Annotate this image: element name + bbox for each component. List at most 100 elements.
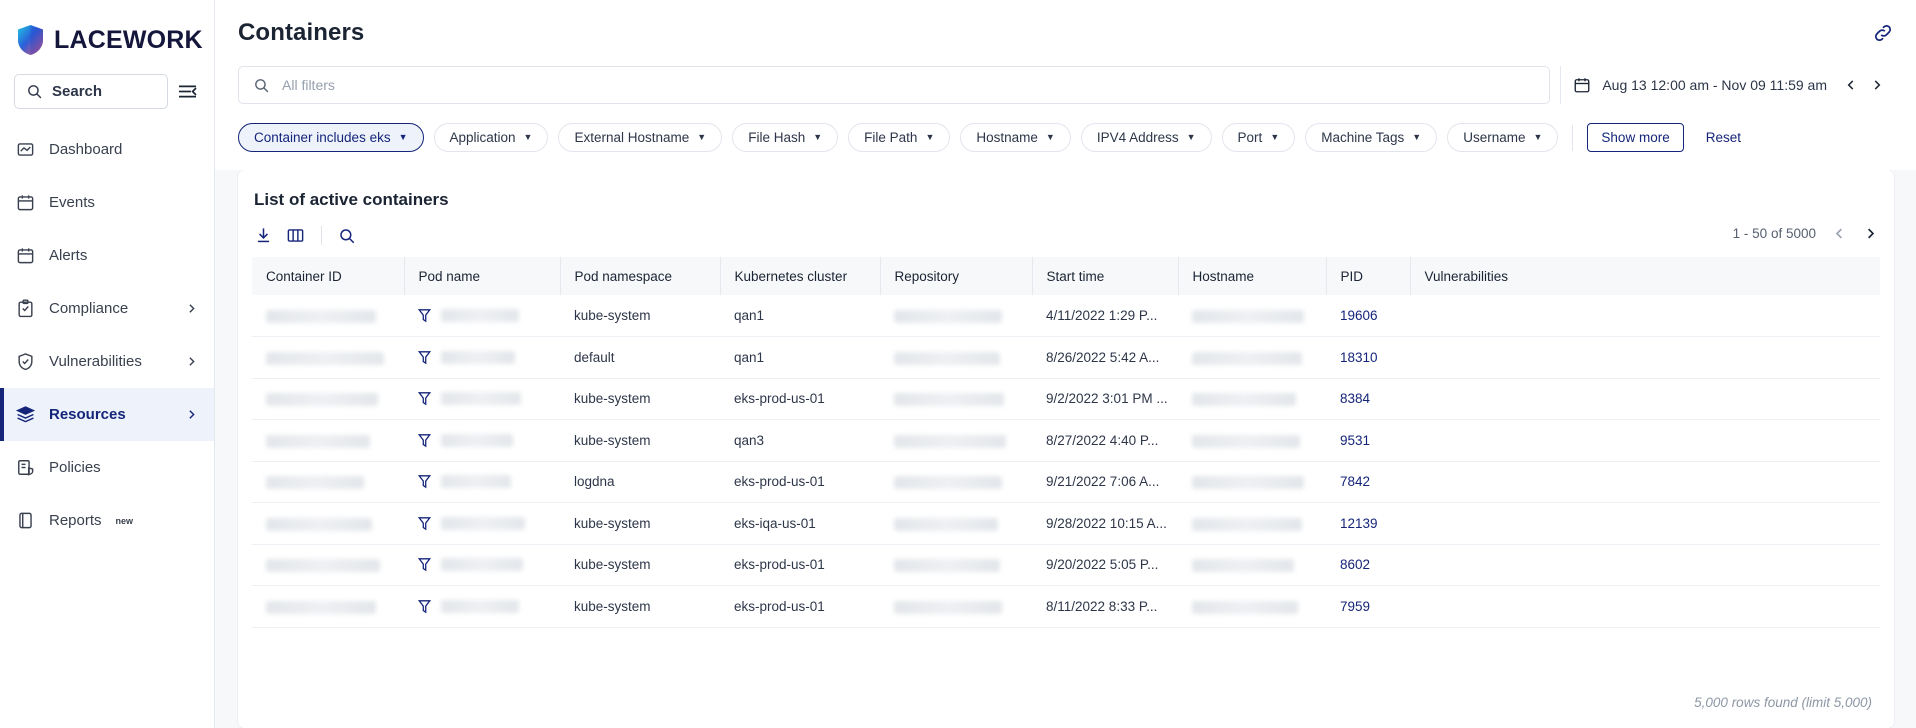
cell-pod-namespace: logdna xyxy=(560,461,720,503)
column-header-pod-namespace[interactable]: Pod namespace xyxy=(560,257,720,295)
table-row[interactable]: kube-system eks-prod-us-01 8/11/2022 8:3… xyxy=(252,586,1880,628)
cell-hostname xyxy=(1178,420,1326,462)
filter-pill-external-hostname[interactable]: External Hostname ▼ xyxy=(558,123,722,152)
filter-funnel-icon[interactable] xyxy=(418,308,431,323)
filter-funnel-icon[interactable] xyxy=(418,474,431,489)
sidebar-item-compliance[interactable]: Compliance xyxy=(0,282,214,335)
cell-repository xyxy=(880,337,1032,379)
sidebar-item-dashboard[interactable]: Dashboard xyxy=(0,123,214,176)
cell-pid[interactable]: 12139 xyxy=(1326,503,1410,545)
redacted-value xyxy=(894,518,998,531)
column-header-vulnerabilities[interactable]: Vulnerabilities xyxy=(1410,257,1880,295)
cell-hostname xyxy=(1178,461,1326,503)
all-filters-input[interactable]: All filters xyxy=(238,66,1550,104)
sidebar-item-vulnerabilities[interactable]: Vulnerabilities xyxy=(0,335,214,388)
redacted-value xyxy=(1192,310,1304,323)
cell-pid[interactable]: 18310 xyxy=(1326,337,1410,379)
shield-check-icon xyxy=(16,352,35,371)
filter-funnel-icon[interactable] xyxy=(418,599,431,614)
reset-button[interactable]: Reset xyxy=(1706,130,1741,145)
column-header-repository[interactable]: Repository xyxy=(880,257,1032,295)
sidebar-item-resources[interactable]: Resources xyxy=(0,388,214,441)
column-header-pid[interactable]: PID xyxy=(1326,257,1410,295)
redacted-value xyxy=(266,476,364,489)
cell-pid[interactable]: 7842 xyxy=(1326,461,1410,503)
chevron-left-icon[interactable] xyxy=(1832,226,1847,241)
table-row[interactable]: kube-system eks-prod-us-01 9/20/2022 5:0… xyxy=(252,544,1880,586)
show-more-button[interactable]: Show more xyxy=(1587,123,1683,152)
cell-pid[interactable]: 8602 xyxy=(1326,544,1410,586)
cell-kubernetes-cluster: eks-prod-us-01 xyxy=(720,378,880,420)
cell-pid[interactable]: 19606 xyxy=(1326,295,1410,337)
column-header-container-id[interactable]: Container ID xyxy=(252,257,404,295)
brand-logo[interactable]: LACEWORK xyxy=(0,14,214,60)
column-header-start-time[interactable]: Start time xyxy=(1032,257,1178,295)
calendar-icon xyxy=(16,246,35,265)
filter-funnel-icon[interactable] xyxy=(418,433,431,448)
pagination-range: 1 - 50 of 5000 xyxy=(1733,226,1816,241)
calendar-icon xyxy=(16,193,35,212)
filter-pills-row: Container includes eks ▼ Application ▼ E… xyxy=(238,123,1894,152)
redacted-value xyxy=(1192,476,1304,489)
cell-vulnerabilities xyxy=(1410,586,1880,628)
download-icon[interactable] xyxy=(254,226,273,245)
filter-pill-label: File Path xyxy=(864,130,917,145)
chevron-down-icon: ▼ xyxy=(1187,133,1196,142)
sidebar-item-reports[interactable]: Reports new xyxy=(0,494,214,547)
chevron-right-icon xyxy=(185,408,198,421)
filter-pill-application[interactable]: Application ▼ xyxy=(434,123,549,152)
table-row[interactable]: kube-system eks-iqa-us-01 9/28/2022 10:1… xyxy=(252,503,1880,545)
redacted-value xyxy=(441,309,519,322)
share-link-icon[interactable] xyxy=(1872,22,1894,44)
table-header: Container ID Pod name Pod namespace Kube… xyxy=(252,257,1880,295)
cell-container-id xyxy=(252,503,404,545)
filter-pill-port[interactable]: Port ▼ xyxy=(1222,123,1296,152)
collapse-sidebar-icon[interactable] xyxy=(174,79,200,105)
calendar-icon xyxy=(1573,76,1591,94)
search-icon[interactable] xyxy=(338,227,356,245)
chevron-left-icon[interactable] xyxy=(1844,78,1858,92)
table-row[interactable]: logdna eks-prod-us-01 9/21/2022 7:06 A..… xyxy=(252,461,1880,503)
cell-pid[interactable]: 8384 xyxy=(1326,378,1410,420)
filter-pill-hostname[interactable]: Hostname ▼ xyxy=(960,123,1070,152)
cell-pid[interactable]: 7959 xyxy=(1326,586,1410,628)
filter-pill-file-path[interactable]: File Path ▼ xyxy=(848,123,950,152)
columns-icon[interactable] xyxy=(286,226,305,245)
sidebar-item-label: Resources xyxy=(49,406,171,423)
table-row[interactable]: default qan1 8/26/2022 5:42 A... 18310 xyxy=(252,337,1880,379)
cell-pod-name xyxy=(404,337,560,379)
filter-pill-file-hash[interactable]: File Hash ▼ xyxy=(732,123,838,152)
filter-pill-label: Machine Tags xyxy=(1321,130,1404,145)
search-input[interactable]: Search xyxy=(14,74,168,109)
filter-pill-ipv4-address[interactable]: IPV4 Address ▼ xyxy=(1081,123,1212,152)
chevron-right-icon[interactable] xyxy=(1870,78,1884,92)
filter-pill-container-includes-eks[interactable]: Container includes eks ▼ xyxy=(238,123,424,152)
table-row[interactable]: kube-system qan1 4/11/2022 1:29 P... 196… xyxy=(252,295,1880,337)
filter-pill-machine-tags[interactable]: Machine Tags ▼ xyxy=(1305,123,1437,152)
chevron-right-icon[interactable] xyxy=(1863,226,1878,241)
filter-funnel-icon[interactable] xyxy=(418,516,431,531)
cell-start-time: 9/20/2022 5:05 P... xyxy=(1032,544,1178,586)
redacted-value xyxy=(266,310,376,323)
date-range-picker[interactable]: Aug 13 12:00 am - Nov 09 11:59 am xyxy=(1560,66,1894,104)
cell-start-time: 9/21/2022 7:06 A... xyxy=(1032,461,1178,503)
sidebar-item-alerts[interactable]: Alerts xyxy=(0,229,214,282)
column-header-hostname[interactable]: Hostname xyxy=(1178,257,1326,295)
table-row[interactable]: kube-system qan3 8/27/2022 4:40 P... 953… xyxy=(252,420,1880,462)
cell-repository xyxy=(880,378,1032,420)
clipboard-check-icon xyxy=(16,299,35,318)
cell-pod-name xyxy=(404,295,560,337)
filter-funnel-icon[interactable] xyxy=(418,557,431,572)
column-header-kubernetes-cluster[interactable]: Kubernetes cluster xyxy=(720,257,880,295)
filter-funnel-icon[interactable] xyxy=(418,391,431,406)
sidebar-item-policies[interactable]: Policies xyxy=(0,441,214,494)
panel-title: List of active containers xyxy=(254,190,449,210)
column-header-pod-name[interactable]: Pod name xyxy=(404,257,560,295)
cell-pid[interactable]: 9531 xyxy=(1326,420,1410,462)
sidebar-item-events[interactable]: Events xyxy=(0,176,214,229)
filter-pill-label: Port xyxy=(1238,130,1263,145)
filter-funnel-icon[interactable] xyxy=(418,350,431,365)
table-row[interactable]: kube-system eks-prod-us-01 9/2/2022 3:01… xyxy=(252,378,1880,420)
filter-pill-username[interactable]: Username ▼ xyxy=(1447,123,1558,152)
all-filters-placeholder: All filters xyxy=(282,77,335,93)
